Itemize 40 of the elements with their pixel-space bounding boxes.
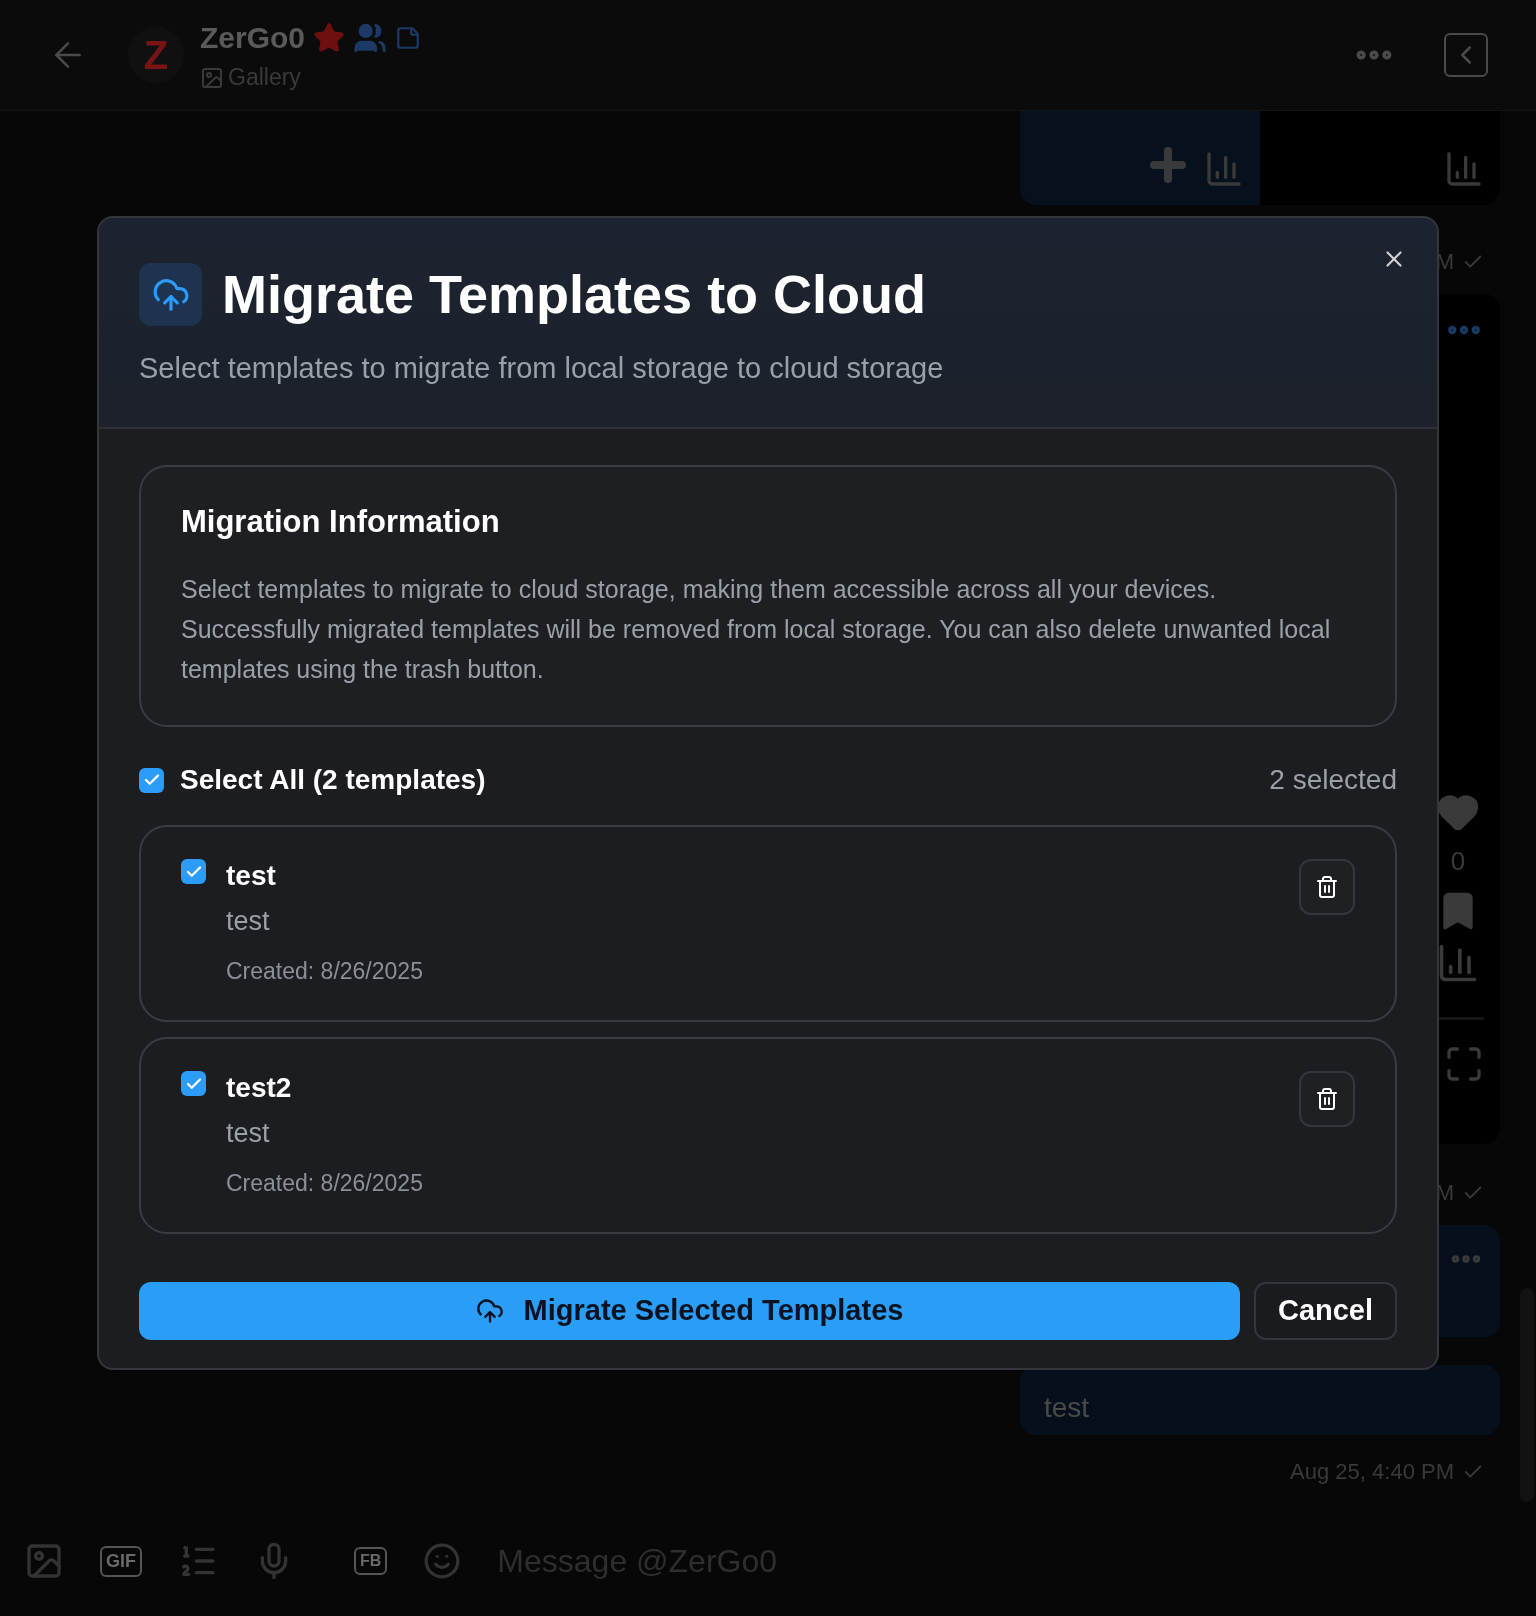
delete-button[interactable] xyxy=(1299,859,1355,915)
template-description: test xyxy=(226,1117,271,1150)
trash-icon xyxy=(1315,1087,1339,1111)
template-date: Created: 8/26/2025 xyxy=(226,956,423,986)
image-icon[interactable] xyxy=(24,1541,64,1581)
info-heading: Migration Information xyxy=(181,502,501,541)
template-name: test xyxy=(226,859,277,893)
selected-count: 2 selected xyxy=(1269,763,1397,797)
checkbox[interactable] xyxy=(181,1071,206,1096)
media-card[interactable] xyxy=(1020,111,1260,205)
checkbox[interactable] xyxy=(181,859,206,884)
fb-button[interactable]: FB xyxy=(354,1547,388,1575)
template-date: Created: 8/26/2025 xyxy=(226,1168,423,1198)
collapse-button[interactable] xyxy=(1444,33,1488,77)
message-text: test xyxy=(1044,1393,1090,1423)
emoji-icon[interactable] xyxy=(423,1542,462,1580)
media-card[interactable] xyxy=(1260,111,1500,205)
cloud-upload-icon xyxy=(475,1297,504,1325)
trash-icon xyxy=(1315,875,1339,899)
like-count: 0 xyxy=(1450,845,1466,878)
avatar: Z xyxy=(128,27,184,83)
select-all-checkbox[interactable]: Select All (2 templates) xyxy=(139,759,486,801)
template-name: test2 xyxy=(226,1071,293,1105)
info-text: Select templates to migrate to cloud storage, making them accessible across all your devices. Successfully migrated templates will be removed from local storage. You can also delete unwanted local templates using the trash button. xyxy=(181,574,1332,685)
dialog-title: Migrate Templates to Cloud xyxy=(222,263,927,326)
delete-button[interactable] xyxy=(1299,1071,1355,1127)
template-card[interactable]: test2 test Created: 8/26/2025 xyxy=(139,1037,1397,1234)
star-icon xyxy=(313,21,346,54)
template-card[interactable]: test test Created: 8/26/2025 xyxy=(139,825,1397,1022)
dialog-subtitle: Select templates to migrate from local storage to cloud storage xyxy=(139,351,945,386)
checkbox[interactable] xyxy=(139,767,164,793)
cloud-upload-icon xyxy=(139,263,202,326)
user-name: ZerGo0 xyxy=(200,20,306,57)
gif-button[interactable]: GIF xyxy=(100,1545,142,1577)
migrate-button[interactable]: Migrate Selected Templates xyxy=(139,1282,1240,1340)
note-icon xyxy=(395,24,422,51)
gallery-icon xyxy=(200,65,224,90)
cancel-button[interactable]: Cancel xyxy=(1254,1282,1397,1340)
fullscreen-icon[interactable] xyxy=(1444,1044,1484,1084)
template-description: test xyxy=(226,905,271,938)
